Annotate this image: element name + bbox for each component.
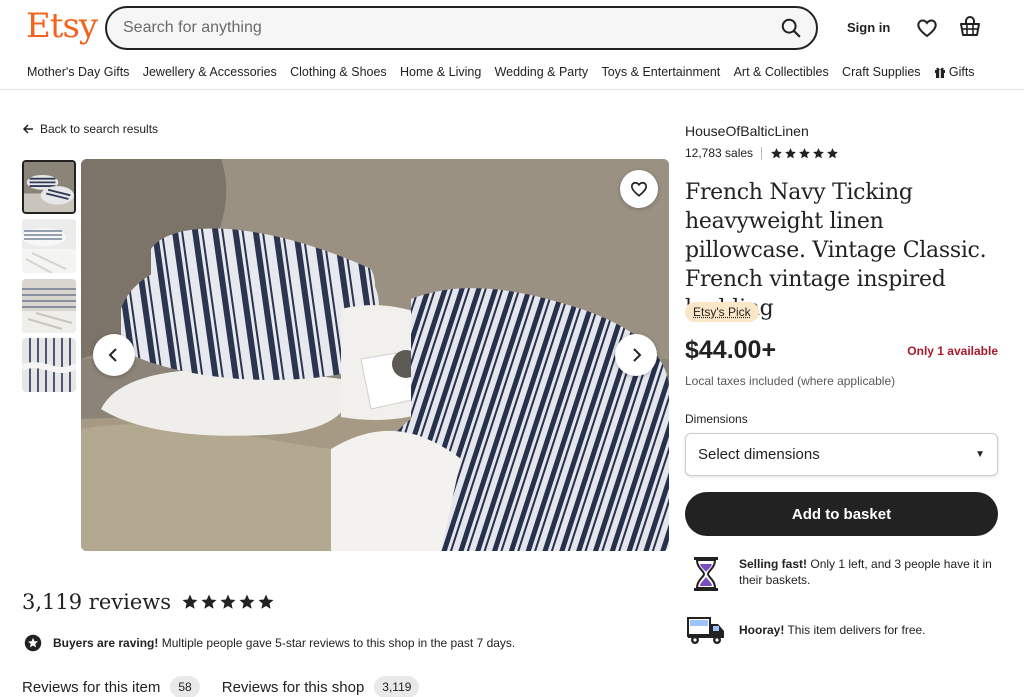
category-gifts[interactable]: Gifts	[934, 65, 975, 79]
etsys-pick-badge[interactable]: Etsy's Pick	[685, 302, 759, 322]
raving-title: Buyers are raving!	[53, 636, 158, 650]
sales-count: 12,783 sales	[685, 146, 753, 160]
etsy-logo[interactable]: Etsy	[26, 6, 97, 46]
heart-icon	[915, 16, 939, 40]
search-bar	[105, 6, 818, 50]
back-to-results-link[interactable]: Back to search results	[22, 122, 158, 136]
sign-in-link[interactable]: Sign in	[847, 20, 890, 35]
product-photo	[81, 159, 669, 551]
reviews-star-rating	[181, 593, 275, 611]
star-icon	[200, 593, 218, 611]
hourglass-icon	[685, 556, 727, 592]
selling-fast-title: Selling fast!	[739, 557, 807, 571]
delivery-truck-icon	[685, 614, 727, 646]
search-button[interactable]	[776, 14, 806, 42]
chevron-left-icon	[106, 347, 122, 363]
chevron-right-icon	[628, 347, 644, 363]
buyers-raving-notice: Buyers are raving! Multiple people gave …	[24, 634, 515, 652]
search-icon	[780, 17, 802, 39]
product-price: $44.00+	[685, 336, 776, 365]
search-input[interactable]	[123, 17, 743, 39]
star-icon	[826, 147, 839, 160]
divider	[761, 147, 762, 160]
dimensions-select-value: Select dimensions	[698, 446, 820, 463]
delivery-title: Hooray!	[739, 623, 784, 637]
basket-icon	[958, 15, 982, 39]
add-to-basket-button[interactable]: Add to basket	[685, 492, 998, 536]
heart-icon	[629, 179, 649, 199]
product-main-image[interactable]	[81, 159, 669, 551]
next-image-button[interactable]	[615, 334, 657, 376]
previous-image-button[interactable]	[93, 334, 135, 376]
dimensions-label: Dimensions	[685, 412, 748, 426]
thumbnail-image	[22, 219, 76, 273]
category-art[interactable]: Art & Collectibles	[734, 65, 829, 79]
back-link-label: Back to search results	[40, 122, 158, 136]
reviews-count-title: 3,119 reviews	[22, 590, 171, 614]
shop-star-rating[interactable]	[770, 147, 839, 160]
category-toys[interactable]: Toys & Entertainment	[601, 65, 720, 79]
favorite-item-button[interactable]	[620, 170, 658, 208]
delivery-text: This item delivers for free.	[787, 623, 925, 637]
star-icon	[219, 593, 237, 611]
caret-down-icon: ▼	[975, 449, 985, 460]
raving-text: Multiple people gave 5-star reviews to t…	[162, 636, 516, 650]
site-header: Etsy Sign in	[0, 0, 1024, 56]
category-home-living[interactable]: Home & Living	[400, 65, 481, 79]
thumbnail-image	[22, 338, 76, 392]
star-icon	[257, 593, 275, 611]
tab-reviews-shop-count: 3,119	[374, 676, 419, 697]
category-wedding[interactable]: Wedding & Party	[495, 65, 589, 79]
shop-name-link[interactable]: HouseOfBalticLinen	[685, 123, 809, 139]
category-jewellery[interactable]: Jewellery & Accessories	[143, 65, 277, 79]
category-mothers-day[interactable]: Mother's Day Gifts	[27, 65, 129, 79]
thumbnail-1[interactable]	[22, 160, 76, 214]
tab-reviews-item-count: 58	[170, 676, 199, 697]
category-craft[interactable]: Craft Supplies	[842, 65, 921, 79]
star-icon	[238, 593, 256, 611]
star-icon	[181, 593, 199, 611]
review-tabs: Reviews for this item 58 Reviews for thi…	[22, 676, 441, 697]
thumbnail-3[interactable]	[22, 279, 76, 333]
free-delivery-notice: Hooray! This item delivers for free.	[685, 614, 998, 646]
thumbnail-2[interactable]	[22, 219, 76, 273]
gift-icon	[934, 66, 946, 78]
shop-sales-summary: 12,783 sales	[685, 146, 839, 160]
star-icon	[770, 147, 783, 160]
thumbnail-image	[22, 279, 76, 333]
star-icon	[812, 147, 825, 160]
taxes-note: Local taxes included (where applicable)	[685, 374, 895, 388]
favorites-button[interactable]	[915, 16, 939, 40]
tab-reviews-item[interactable]: Reviews for this item	[22, 679, 160, 696]
star-icon	[784, 147, 797, 160]
selling-fast-notice: Selling fast! Only 1 left, and 3 people …	[685, 556, 998, 592]
availability-notice: Only 1 available	[907, 344, 998, 358]
category-clothing[interactable]: Clothing & Shoes	[290, 65, 387, 79]
category-gifts-label: Gifts	[949, 65, 975, 79]
arrow-left-icon	[22, 123, 34, 135]
thumbnail-4[interactable]	[22, 338, 76, 392]
star-badge-icon	[24, 634, 42, 652]
dimensions-select[interactable]: Select dimensions ▼	[685, 433, 998, 476]
star-icon	[798, 147, 811, 160]
reviews-header: 3,119 reviews	[22, 590, 275, 614]
category-nav: Mother's Day Gifts Jewellery & Accessori…	[0, 58, 1024, 90]
thumbnail-image	[24, 162, 74, 212]
basket-button[interactable]	[958, 15, 982, 39]
tab-reviews-shop[interactable]: Reviews for this shop	[222, 679, 365, 696]
